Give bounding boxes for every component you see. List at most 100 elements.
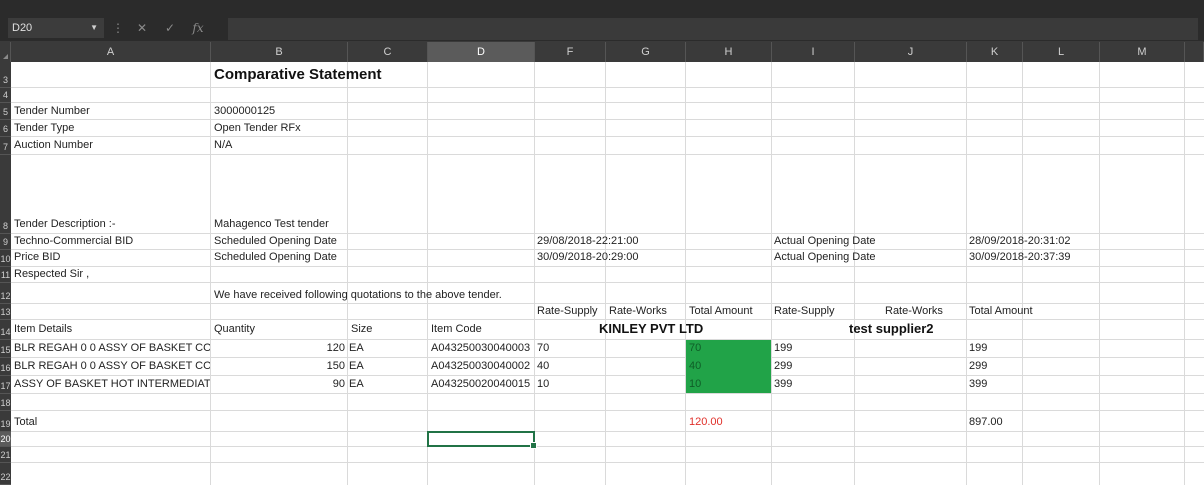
salutation: Respected Sir , bbox=[14, 268, 90, 280]
techno-scheduled-date: 29/08/2018-22:21:00 bbox=[537, 235, 639, 247]
header-size: Size bbox=[351, 323, 373, 335]
item-2-details: BLR REGAH 0 0 ASSY OF BASKET COLD END bbox=[14, 360, 210, 372]
header-rate-supply-1: Rate-Supply bbox=[537, 305, 598, 317]
row-header-10[interactable]: 10 bbox=[0, 250, 11, 267]
item-3-total-2: 399 bbox=[969, 378, 988, 390]
col-header-j[interactable]: J bbox=[855, 42, 967, 62]
formula-input[interactable] bbox=[228, 18, 1198, 40]
item-3-code: A043250020040015 bbox=[431, 378, 531, 390]
col-header-i[interactable]: I bbox=[772, 42, 855, 62]
techno-scheduled-label: Scheduled Opening Date bbox=[214, 235, 337, 247]
name-box-value: D20 bbox=[12, 22, 33, 34]
tender-type-label: Tender Type bbox=[14, 122, 75, 134]
item-3-rate-supply-1: 10 bbox=[537, 378, 550, 390]
col-header-m[interactable]: M bbox=[1100, 42, 1185, 62]
item-1-total-2: 199 bbox=[969, 342, 988, 354]
more-options-icon[interactable]: ⋮ bbox=[112, 20, 124, 36]
col-header-overflow[interactable] bbox=[1185, 42, 1204, 62]
row-header-19[interactable]: 19 bbox=[0, 411, 11, 432]
item-3-total-1: 10 bbox=[689, 378, 702, 390]
header-total-amount-2: Total Amount bbox=[969, 305, 1033, 317]
price-actual-date: 30/09/2018-20:37:39 bbox=[969, 251, 1071, 263]
total-label: Total bbox=[14, 416, 38, 428]
row-header-6[interactable]: 6 bbox=[0, 120, 11, 137]
cancel-icon[interactable]: ✕ bbox=[132, 20, 152, 36]
item-2-size: EA bbox=[349, 360, 364, 372]
row-header-5[interactable]: 5 bbox=[0, 103, 11, 120]
col-header-l[interactable]: L bbox=[1023, 42, 1100, 62]
col-header-a[interactable]: A bbox=[11, 42, 211, 62]
item-1-total-1: 70 bbox=[689, 342, 702, 354]
supplier-2-name: test supplier2 bbox=[849, 321, 934, 336]
col-header-g[interactable]: G bbox=[606, 42, 686, 62]
tender-type-value: Open Tender RFx bbox=[214, 122, 301, 134]
tender-number-label: Tender Number bbox=[14, 105, 90, 117]
total-supplier-2: 897.00 bbox=[969, 416, 1003, 428]
col-header-f[interactable]: F bbox=[535, 42, 606, 62]
item-2-total-1: 40 bbox=[689, 360, 702, 372]
auction-number-value: N/A bbox=[214, 139, 233, 151]
sheet-title: Comparative Statement bbox=[214, 66, 382, 83]
price-actual-label: Actual Opening Date bbox=[774, 251, 876, 263]
col-header-b[interactable]: B bbox=[211, 42, 348, 62]
techno-bid-label: Techno-Commercial BID bbox=[14, 235, 134, 247]
header-rate-works-2: Rate-Works bbox=[885, 305, 943, 317]
row-header-16[interactable]: 16 bbox=[0, 358, 11, 376]
row-header-17[interactable]: 17 bbox=[0, 376, 11, 394]
spreadsheet-grid: A B C D F G H I J K L M 3 4 5 6 7 8 9 10… bbox=[0, 42, 1204, 485]
header-item-details: Item Details bbox=[14, 323, 73, 335]
row-header-12[interactable]: 12 bbox=[0, 283, 11, 304]
item-3-qty: 90 bbox=[332, 378, 345, 390]
row-header-21[interactable]: 21 bbox=[0, 447, 11, 463]
row-header-22[interactable]: 22 bbox=[0, 463, 11, 485]
row-header-13[interactable]: 13 bbox=[0, 304, 11, 320]
header-total-amount-1: Total Amount bbox=[689, 305, 753, 317]
price-scheduled-date: 30/09/2018-20:29:00 bbox=[537, 251, 639, 263]
row-header-3[interactable]: 3 bbox=[0, 62, 11, 88]
col-header-c[interactable]: C bbox=[348, 42, 428, 62]
item-1-qty: 120 bbox=[326, 342, 345, 354]
header-rate-works-1: Rate-Works bbox=[609, 305, 667, 317]
item-1-code: A043250030040003 bbox=[431, 342, 531, 354]
header-item-code: Item Code bbox=[431, 323, 482, 335]
header-quantity: Quantity bbox=[214, 323, 255, 335]
item-2-total-2: 299 bbox=[969, 360, 988, 372]
item-1-rate-supply-1: 70 bbox=[537, 342, 550, 354]
col-header-k[interactable]: K bbox=[967, 42, 1023, 62]
chevron-down-icon[interactable]: ▼ bbox=[90, 18, 98, 38]
techno-actual-label: Actual Opening Date bbox=[774, 235, 876, 247]
selected-cell-d20[interactable] bbox=[427, 431, 537, 449]
row-header-20[interactable]: 20 bbox=[0, 432, 11, 447]
row-header-14[interactable]: 14 bbox=[0, 320, 11, 340]
row-header-15[interactable]: 15 bbox=[0, 340, 11, 358]
col-header-d[interactable]: D bbox=[428, 42, 535, 62]
item-2-code: A043250030040002 bbox=[431, 360, 531, 372]
item-1-size: EA bbox=[349, 342, 364, 354]
row-header-4[interactable]: 4 bbox=[0, 88, 11, 103]
col-header-h[interactable]: H bbox=[686, 42, 772, 62]
item-3-details: ASSY OF BASKET HOT INTERMEDIATE bbox=[14, 378, 210, 390]
row-header-11[interactable]: 11 bbox=[0, 267, 11, 283]
received-note: We have received following quotations to… bbox=[214, 289, 502, 301]
price-bid-label: Price BID bbox=[14, 251, 61, 263]
formula-bar: D20 ▼ ⋮ ✕ ✓ fx bbox=[0, 8, 1204, 42]
item-1-rate-supply-2: 199 bbox=[774, 342, 793, 354]
item-3-rate-supply-2: 399 bbox=[774, 378, 793, 390]
select-all-corner[interactable] bbox=[0, 42, 11, 62]
price-scheduled-label: Scheduled Opening Date bbox=[214, 251, 337, 263]
item-1-details: BLR REGAH 0 0 ASSY OF BASKET COLD END bbox=[14, 342, 210, 354]
header-rate-supply-2: Rate-Supply bbox=[774, 305, 835, 317]
row-header-8[interactable]: 8 bbox=[0, 155, 11, 234]
enter-icon[interactable]: ✓ bbox=[160, 20, 180, 36]
row-header-18[interactable]: 18 bbox=[0, 394, 11, 411]
cell-area[interactable]: Comparative Statement Tender Number 3000… bbox=[11, 62, 1204, 485]
auction-number-label: Auction Number bbox=[14, 139, 93, 151]
insert-function-icon[interactable]: fx bbox=[186, 20, 210, 36]
item-2-qty: 150 bbox=[326, 360, 345, 372]
row-header-7[interactable]: 7 bbox=[0, 137, 11, 155]
name-box[interactable]: D20 ▼ bbox=[8, 18, 104, 38]
item-3-size: EA bbox=[349, 378, 364, 390]
techno-actual-date: 28/09/2018-20:31:02 bbox=[969, 235, 1071, 247]
item-2-rate-supply-2: 299 bbox=[774, 360, 793, 372]
row-header-9[interactable]: 9 bbox=[0, 234, 11, 250]
